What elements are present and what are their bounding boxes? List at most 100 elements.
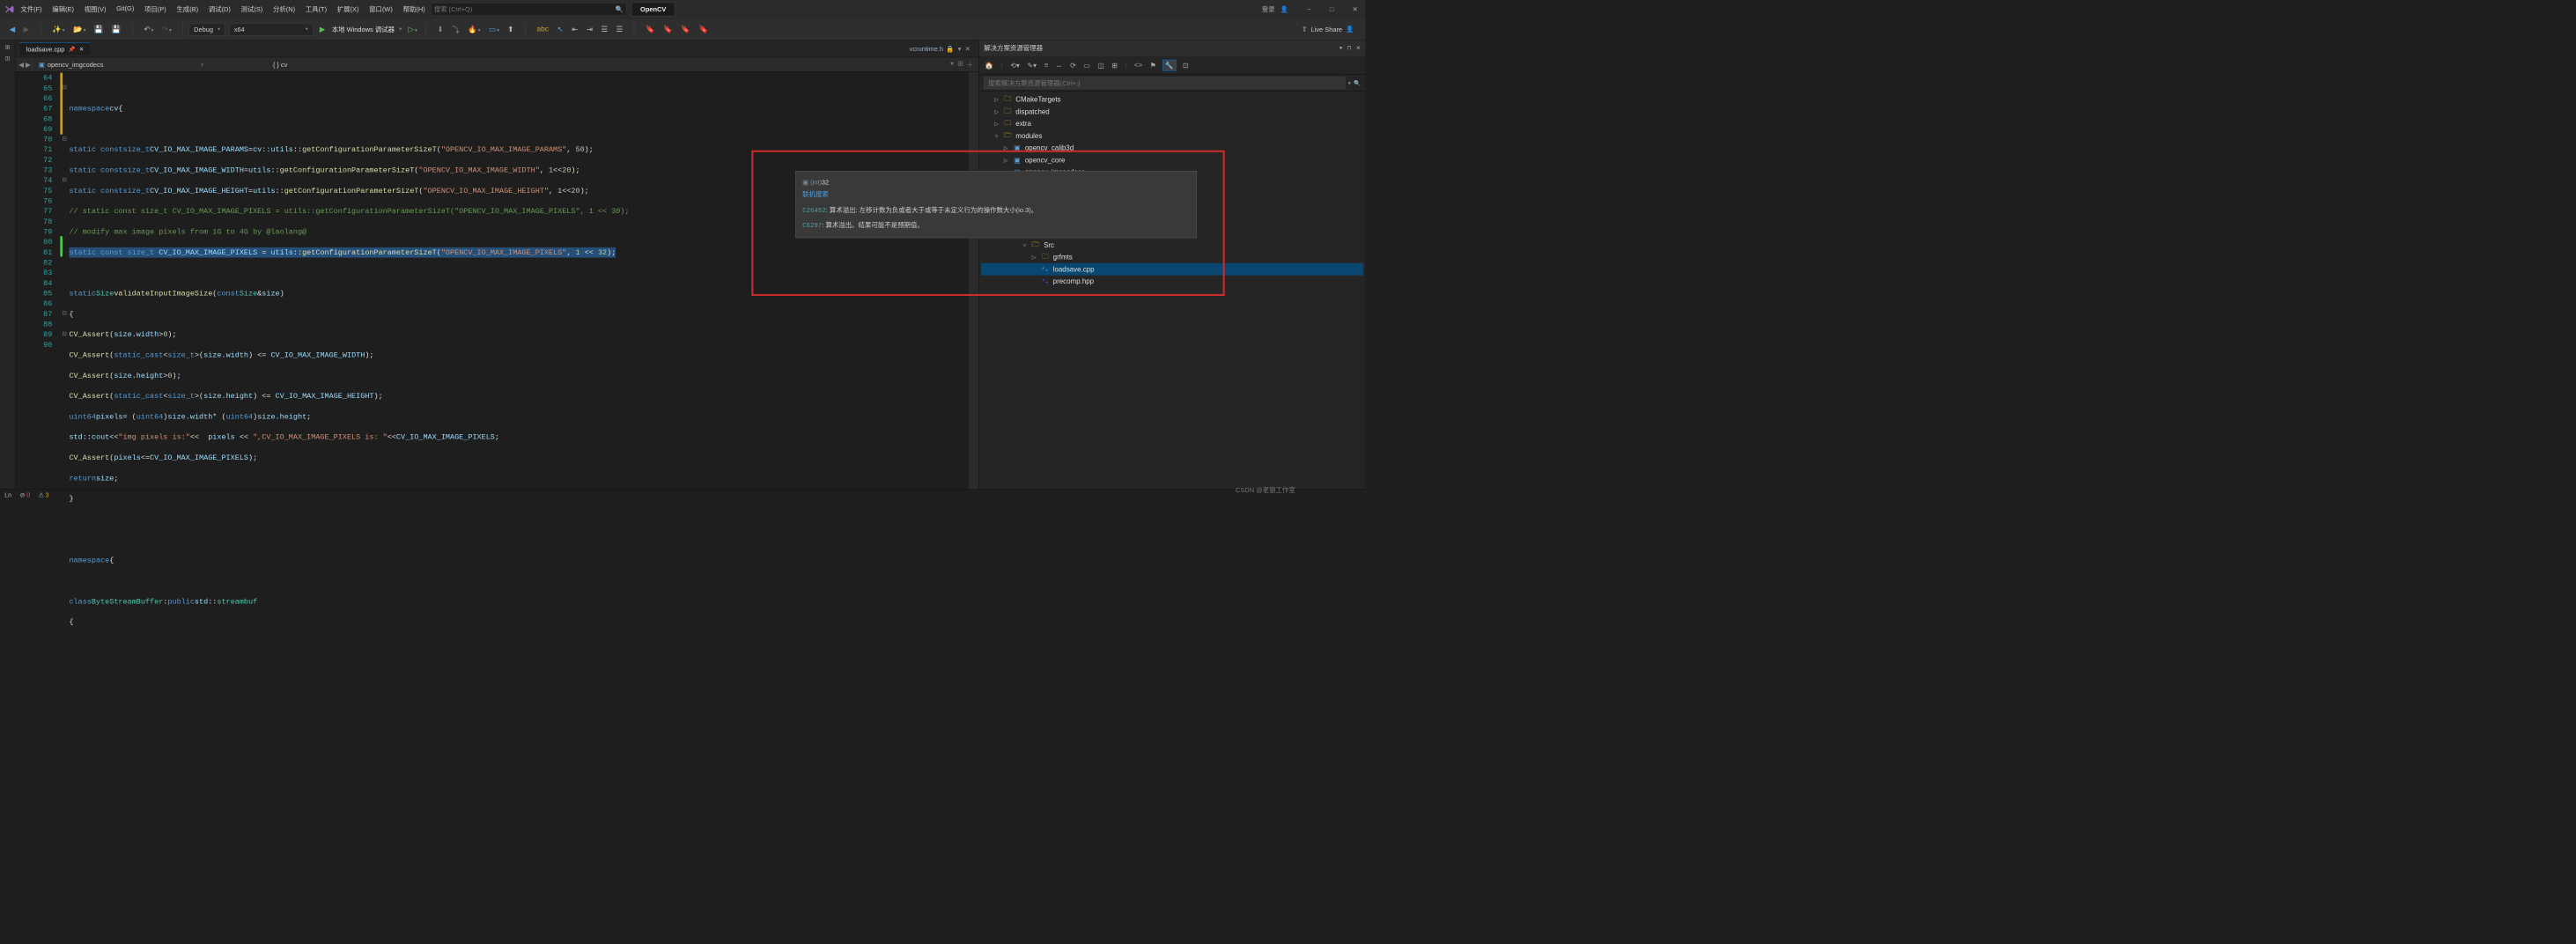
menu-build[interactable]: 生成(B) xyxy=(175,4,199,14)
panel-dropdown-icon[interactable]: ▾ xyxy=(1340,45,1342,51)
tree-node[interactable]: ▷🗀extra xyxy=(981,118,1363,130)
tab-vcruntime[interactable]: vcruntime.h 🔒▾✕ xyxy=(904,42,975,55)
home2-icon[interactable]: ⊞ xyxy=(1111,60,1118,70)
panel-pin-icon[interactable]: ⊓ xyxy=(1347,45,1351,51)
redo-button[interactable]: ↷▾ xyxy=(159,23,174,36)
solution-name[interactable]: OpenCV xyxy=(631,3,675,17)
window-icon[interactable]: ▭▾ xyxy=(486,23,502,36)
bookmark-prev-icon[interactable]: 🔖 xyxy=(661,23,675,36)
home-icon[interactable]: 🏠 xyxy=(984,60,994,70)
maximize-button[interactable]: □ xyxy=(1326,4,1338,15)
filter-icon[interactable]: ≡ xyxy=(1043,60,1049,70)
menu-git[interactable]: Git(G) xyxy=(115,4,135,14)
toolbox-tab[interactable]: ⊟ xyxy=(4,55,11,63)
account-icon[interactable]: 👤 xyxy=(1346,26,1354,33)
menu-view[interactable]: 视图(V) xyxy=(84,4,107,14)
bookmark-icon[interactable]: 🔖 xyxy=(643,23,658,36)
step-out-button[interactable]: ⬆ xyxy=(505,23,516,36)
login-button[interactable]: 登录 👤 xyxy=(1254,3,1292,16)
indent-icon[interactable]: ⇥ xyxy=(584,23,595,36)
close-tab-icon[interactable]: ✕ xyxy=(79,46,84,52)
bookmark-clear-icon[interactable]: 🔖 xyxy=(696,23,711,36)
split-editor-icon[interactable]: ⊞ xyxy=(957,60,963,70)
nav-back-icon[interactable]: ◀ ▶ xyxy=(18,61,30,69)
pen-icon[interactable]: ✎▾ xyxy=(1026,60,1037,70)
close-button[interactable]: ✕ xyxy=(1348,4,1362,15)
tree-node[interactable]: ▷🗀grfmts xyxy=(981,251,1363,263)
menu-analyze[interactable]: 分析(N) xyxy=(272,4,296,14)
panel-close-icon[interactable]: ✕ xyxy=(1356,45,1361,51)
fire-icon[interactable]: 🔥▾ xyxy=(465,23,483,36)
tree-node[interactable]: ⁺₊precomp.hpp xyxy=(981,276,1363,288)
tree-node[interactable]: ▷🗀dispatched xyxy=(981,106,1363,118)
run-label[interactable]: 本地 Windows 调试器 xyxy=(332,25,395,34)
solution-search-input[interactable] xyxy=(984,77,1345,89)
editor-scrollbar[interactable] xyxy=(969,72,979,490)
open-folder-button[interactable]: 📂▾ xyxy=(70,23,89,36)
solution-tree[interactable]: ▷🗀CMakeTargets▷🗀dispatched▷🗀extra▿🗁modul… xyxy=(979,92,1365,490)
new-item-button[interactable]: ✨▾ xyxy=(49,23,68,36)
tree-node[interactable]: ⁺₊loadsave.cpp xyxy=(981,263,1363,276)
config-dropdown[interactable]: Debug▾ xyxy=(188,23,225,36)
solution-explorer-search[interactable]: ▾ 🔍 xyxy=(979,75,1365,92)
nav-scope[interactable]: { } cv xyxy=(269,60,292,70)
tree-node[interactable]: ▷▣opencv_core xyxy=(981,154,1363,166)
menu-debug[interactable]: 调试(D) xyxy=(208,4,232,14)
sync-icon[interactable]: ⟳ xyxy=(1069,60,1077,70)
collapse-icon[interactable]: ↔ xyxy=(1055,60,1064,70)
run-without-debug-button[interactable]: ▷▾ xyxy=(405,23,420,36)
menu-project[interactable]: 项目(P) xyxy=(144,4,167,14)
search-go-icon[interactable]: 🔍 xyxy=(1354,79,1361,85)
step-into-button[interactable]: ⬇ xyxy=(434,23,446,36)
nav-back-button[interactable]: ◀ xyxy=(6,23,18,36)
save-button[interactable]: 💾 xyxy=(92,23,107,36)
text-tool-icon[interactable]: abc xyxy=(534,23,551,35)
code-icon[interactable]: <> xyxy=(1133,60,1143,70)
pin-icon[interactable]: 📌 xyxy=(69,46,76,52)
tree-node[interactable]: ▷🗀CMakeTargets xyxy=(981,93,1363,106)
undo-button[interactable]: ↶▾ xyxy=(141,23,156,36)
bookmark-next-icon[interactable]: 🔖 xyxy=(678,23,693,36)
menu-extensions[interactable]: 扩展(X) xyxy=(336,4,360,14)
server-explorer-tab[interactable]: ⊞ xyxy=(4,43,11,52)
tooltip-online-search-link[interactable]: 联机搜索 xyxy=(802,190,829,197)
quick-search[interactable]: 🔍 xyxy=(431,3,627,16)
comment-icon[interactable]: ☰ xyxy=(598,23,610,36)
properties-icon[interactable]: ⊡ xyxy=(1182,60,1190,70)
show-hidden-icon[interactable]: ◫ xyxy=(1096,60,1105,70)
nav-project[interactable]: ▣opencv_imgcodecs xyxy=(34,60,107,70)
uncomment-icon[interactable]: ☰ xyxy=(613,23,625,36)
save-all-button[interactable]: 💾 xyxy=(109,23,124,36)
menu-file[interactable]: 文件(F) xyxy=(19,4,42,14)
tab-loadsave[interactable]: loadsave.cpp 📌 ✕ xyxy=(19,42,89,55)
menu-help[interactable]: 帮助(H) xyxy=(402,4,426,14)
tree-node[interactable]: ▷▣opencv_calib3d xyxy=(981,142,1363,154)
diagnostic-code-1[interactable]: C26452 xyxy=(802,207,826,214)
code-content[interactable]: namespace cv { static const size_t CV_IO… xyxy=(69,72,968,490)
live-share-icon[interactable]: ⇪ xyxy=(1302,26,1307,33)
wrench-button[interactable]: 🔧 xyxy=(1163,60,1176,71)
platform-dropdown[interactable]: x64▾ xyxy=(229,23,313,36)
code-editor[interactable]: 64656667 68697071 72737475 76777879 8081… xyxy=(16,72,978,490)
menu-window[interactable]: 窗口(W) xyxy=(368,4,394,14)
quick-search-input[interactable] xyxy=(434,5,616,12)
close-preview-icon[interactable]: ✕ xyxy=(965,45,971,53)
minimize-button[interactable]: − xyxy=(1303,4,1315,15)
outdent-icon[interactable]: ⇤ xyxy=(569,23,580,36)
show-all-icon[interactable]: ▭ xyxy=(1082,60,1091,70)
tree-node[interactable]: ▿🗁modules xyxy=(981,129,1363,142)
cursor-icon[interactable]: ↖ xyxy=(554,23,565,36)
switch-view-icon[interactable]: ⟲▾ xyxy=(1009,60,1021,70)
tree-node[interactable]: ▿🗁Src xyxy=(981,239,1363,251)
menu-tools[interactable]: 工具(T) xyxy=(305,4,328,14)
run-button[interactable]: ▶ xyxy=(317,23,328,36)
error-count[interactable]: 0 xyxy=(26,491,30,498)
step-over-button[interactable]: ⤵ xyxy=(449,22,462,37)
nav-fwd-button[interactable]: ▶ xyxy=(20,23,32,36)
live-share-button[interactable]: Live Share xyxy=(1311,26,1342,33)
menu-test[interactable]: 测试(S) xyxy=(240,4,263,14)
warning-count[interactable]: 3 xyxy=(46,491,49,498)
flag-icon[interactable]: ⚑ xyxy=(1149,60,1157,70)
menu-edit[interactable]: 编辑(E) xyxy=(51,4,75,14)
search-clear-icon[interactable]: ▾ xyxy=(1345,79,1354,85)
